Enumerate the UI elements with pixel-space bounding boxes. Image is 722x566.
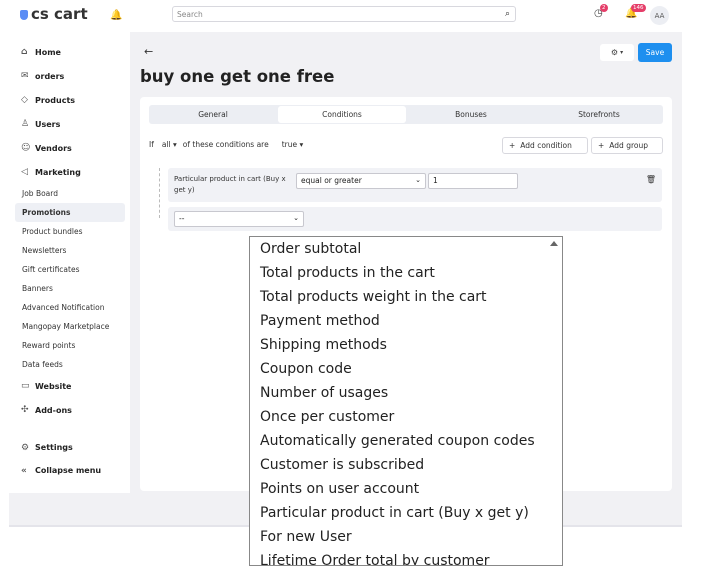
scroll-up-icon[interactable]: [550, 241, 558, 246]
search-icon[interactable]: ⌕: [505, 9, 510, 19]
dropdown-option[interactable]: Number of usages: [250, 381, 562, 405]
dropdown-options: Order subtotal Total products in the cart…: [250, 237, 562, 565]
monitor-icon: ▭: [21, 381, 30, 391]
sidebar-item-orders[interactable]: ✉ orders: [15, 64, 125, 88]
chevron-down-icon: ⌄: [293, 214, 299, 222]
value-select[interactable]: true ▾: [282, 140, 304, 149]
double-chevron-left-icon: «: [21, 465, 27, 476]
save-button[interactable]: Save: [638, 43, 672, 62]
tab-conditions[interactable]: Conditions: [278, 106, 406, 123]
notifications-button[interactable]: ◷ 2: [594, 4, 608, 19]
sidebar-item-users[interactable]: ♙ Users: [15, 112, 125, 136]
sidebar-item-data-feeds[interactable]: Data feeds: [15, 355, 125, 374]
dropdown-option[interactable]: Points on user account: [250, 477, 562, 501]
user-icon: ♙: [21, 119, 30, 129]
dropdown-option[interactable]: Customer is subscribed: [250, 453, 562, 477]
dropdown-option[interactable]: Total products in the cart: [250, 261, 562, 285]
megaphone-icon: ◁: [21, 167, 28, 177]
sidebar-item-reward-points[interactable]: Reward points: [15, 336, 125, 355]
tab-storefronts[interactable]: Storefronts: [535, 105, 663, 124]
dropdown-option[interactable]: Shipping methods: [250, 333, 562, 357]
dropdown-option[interactable]: Automatically generated coupon codes: [250, 429, 562, 453]
sidebar-item-job-board[interactable]: Job Board: [15, 184, 125, 203]
notifications-badge: 2: [600, 4, 608, 12]
home-icon: ⌂: [21, 47, 28, 57]
dropdown-option[interactable]: Payment method: [250, 309, 562, 333]
trash-icon[interactable]: 🗑: [646, 175, 656, 184]
dropdown-option[interactable]: For new User: [250, 525, 562, 549]
alerts-badge: 146: [631, 4, 646, 12]
page-title: buy one get one free: [140, 67, 335, 86]
back-arrow-icon[interactable]: ←: [144, 45, 153, 58]
inbox-icon: ✉: [21, 71, 29, 81]
avatar[interactable]: AA: [650, 6, 669, 25]
condition-value-input[interactable]: 1: [428, 173, 518, 189]
match-select[interactable]: all ▾: [162, 140, 177, 149]
dropdown-option[interactable]: Particular product in cart (Buy x get y): [250, 501, 562, 525]
sidebar-item-add-ons[interactable]: ✣ Add-ons: [15, 398, 125, 422]
dropdown-option[interactable]: Total products weight in the cart: [250, 285, 562, 309]
new-condition-row: -- ⌄: [168, 207, 662, 231]
collapse-menu-button[interactable]: «Collapse menu: [15, 461, 101, 480]
dropdown-option[interactable]: Lifetime Order total by customer: [250, 549, 562, 565]
tab-general[interactable]: General: [149, 105, 277, 124]
add-group-button[interactable]: + Add group: [591, 137, 663, 154]
tabs: General Conditions Bonuses Storefronts: [149, 105, 663, 124]
add-condition-button[interactable]: + Add condition: [502, 137, 588, 154]
chevron-down-icon: ⌄: [415, 176, 421, 184]
sidebar-item-settings[interactable]: ⚙ Settings: [15, 438, 73, 457]
sidebar-item-newsletters[interactable]: Newsletters: [15, 241, 125, 260]
tab-bonuses[interactable]: Bonuses: [407, 105, 535, 124]
plus-icon: +: [509, 141, 516, 150]
tag-icon: ◇: [21, 95, 28, 105]
gear-icon: ⚙: [21, 442, 30, 453]
sidebar-item-gift-certificates[interactable]: Gift certificates: [15, 260, 125, 279]
logo[interactable]: cs cart: [20, 5, 88, 23]
condition-row: Particular product in cart (Buy x get y)…: [168, 168, 662, 202]
search-input[interactable]: Search ⌕: [172, 6, 516, 22]
condition-type-select[interactable]: -- ⌄: [174, 211, 304, 227]
sidebar-item-product-bundles[interactable]: Product bundles: [15, 222, 125, 241]
settings-dropdown-button[interactable]: ⚙ ▾: [600, 44, 634, 61]
sidebar-item-promotions[interactable]: Promotions: [15, 203, 125, 222]
sidebar-item-products[interactable]: ◇ Products: [15, 88, 125, 112]
people-icon: ☺: [21, 143, 31, 153]
sidebar-item-marketing[interactable]: ◁ Marketing: [15, 160, 125, 184]
sidebar-item-vendors[interactable]: ☺ Vendors: [15, 136, 125, 160]
tree-guide: [159, 168, 160, 218]
alerts-button[interactable]: 🔔 146: [625, 4, 646, 19]
sidebar-item-mangopay-marketplace[interactable]: Mangopay Marketplace: [15, 317, 125, 336]
dropdown-option[interactable]: Once per customer: [250, 405, 562, 429]
condition-label: Particular product in cart (Buy x get y): [174, 175, 286, 194]
sidebar-item-banners[interactable]: Banners: [15, 279, 125, 298]
operator-select[interactable]: equal or greater ⌄: [296, 173, 426, 189]
gear-icon: ⚙: [610, 48, 619, 57]
bell-icon[interactable]: 🔔: [110, 10, 122, 21]
sidebar: cs cart 🔔 ⌂ Home ✉ orders ◇ Products ♙ Users ☺ Ve…: [9, 0, 130, 493]
dropdown-option[interactable]: Order subtotal: [250, 237, 562, 261]
sidebar-item-website[interactable]: ▭ Website: [15, 374, 125, 398]
caret-down-icon: ▾: [620, 49, 624, 56]
cart-logo-icon: [20, 10, 28, 20]
dropdown-option[interactable]: Coupon code: [250, 357, 562, 381]
sidebar-nav: ⌂ Home ✉ orders ◇ Products ♙ Users ☺ Vendors ◁ Mark…: [15, 40, 125, 422]
sidebar-item-advanced-notification[interactable]: Advanced Notification: [15, 298, 125, 317]
puzzle-icon: ✣: [21, 405, 29, 415]
topbar: Search ⌕ ◷ 2 🔔 146 AA: [130, 0, 682, 32]
plus-icon: +: [598, 141, 605, 150]
conditions-header: If all ▾ of these conditions are true ▾: [149, 140, 304, 149]
condition-type-dropdown[interactable]: Order subtotal Total products in the cart…: [249, 236, 563, 566]
sidebar-item-home[interactable]: ⌂ Home: [15, 40, 125, 64]
